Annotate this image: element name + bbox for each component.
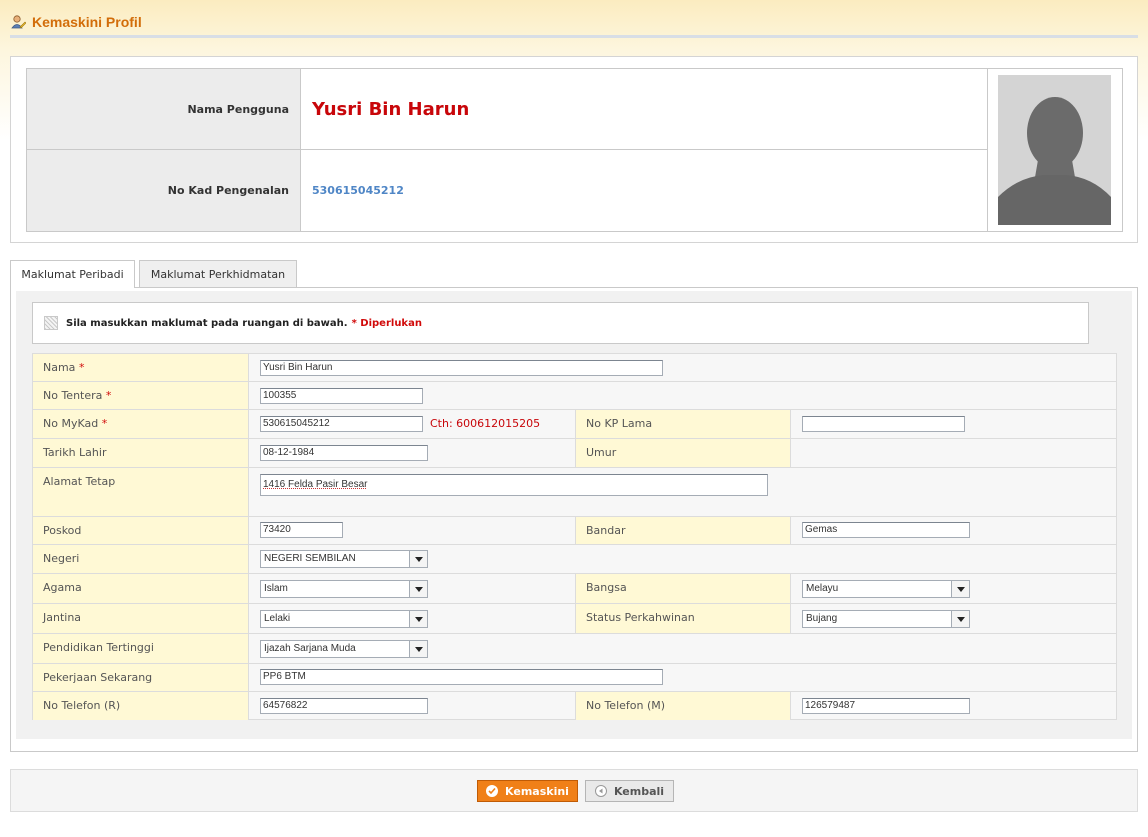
photo-cell	[987, 69, 1122, 231]
no-mykad-label: No MyKad *	[33, 410, 249, 438]
chevron-down-icon	[409, 611, 427, 627]
chevron-down-icon	[951, 581, 969, 597]
no-tentera-label: No Tentera *	[33, 382, 249, 409]
status-perkahwinan-label: Status Perkahwinan	[575, 604, 791, 633]
jantina-label: Jantina	[33, 604, 249, 633]
jantina-select[interactable]: Lelaki	[260, 610, 428, 628]
profile-table: Nama Pengguna Yusri Bin Harun No Kad Pen…	[26, 68, 1123, 232]
user-name: Yusri Bin Harun	[312, 98, 470, 120]
ic-label: No Kad Pengenalan	[27, 150, 301, 231]
row-pekerjaan: Pekerjaan Sekarang PP6 BTM	[33, 664, 1116, 692]
alamat-tetap-label: Alamat Tetap	[33, 468, 249, 516]
no-kp-lama-input[interactable]	[802, 416, 965, 432]
mykad-example-hint: Cth: 600612015205	[430, 417, 541, 430]
profile-row-name: Nama Pengguna Yusri Bin Harun	[27, 69, 987, 150]
telefon-m-label: No Telefon (M)	[575, 692, 791, 720]
row-tarikh-lahir: Tarikh Lahir 08-12-1984 Umur	[33, 439, 1116, 468]
personal-info-form: Nama * Yusri Bin Harun No Tentera * 1003…	[32, 353, 1117, 720]
chevron-down-icon	[951, 611, 969, 627]
row-jantina: Jantina Lelaki Status Perkahwinan Bujang	[33, 604, 1116, 634]
bangsa-label: Bangsa	[575, 574, 791, 603]
bandar-label: Bandar	[575, 517, 791, 544]
check-icon	[486, 785, 499, 797]
required-note: * Diperlukan	[351, 317, 422, 329]
poskod-label: Poskod	[33, 517, 249, 544]
negeri-label: Negeri	[33, 545, 249, 573]
profile-summary: Nama Pengguna Yusri Bin Harun No Kad Pen…	[10, 56, 1138, 243]
nama-input[interactable]: Yusri Bin Harun	[260, 360, 663, 376]
profile-row-ic: No Kad Pengenalan 530615045212	[27, 150, 987, 231]
telefon-r-label: No Telefon (R)	[33, 692, 249, 720]
bangsa-select[interactable]: Melayu	[802, 580, 970, 598]
agama-label: Agama	[33, 574, 249, 603]
tab-content: Sila masukkan maklumat pada ruangan di b…	[16, 291, 1132, 739]
kemaskini-button[interactable]: Kemaskini	[477, 780, 578, 802]
ic-number: 530615045212	[312, 184, 404, 197]
pendidikan-label: Pendidikan Tertinggi	[33, 634, 249, 663]
agama-select[interactable]: Islam	[260, 580, 428, 598]
no-mykad-input[interactable]: 530615045212	[260, 416, 423, 432]
kembali-label: Kembali	[613, 784, 665, 798]
kemaskini-label: Kemaskini	[505, 784, 569, 798]
avatar	[998, 75, 1111, 225]
row-mykad: No MyKad * 530615045212 Cth: 60061201520…	[33, 410, 1116, 439]
row-nama: Nama * Yusri Bin Harun	[33, 354, 1116, 382]
no-kp-lama-label: No KP Lama	[575, 410, 791, 438]
avatar-silhouette-icon	[998, 75, 1111, 225]
tab-panel: Sila masukkan maklumat pada ruangan di b…	[10, 287, 1138, 752]
row-telefon: No Telefon (R) 64576822 No Telefon (M) 1…	[33, 692, 1116, 720]
chevron-down-icon	[409, 641, 427, 657]
pekerjaan-input[interactable]: PP6 BTM	[260, 669, 663, 685]
no-tentera-input[interactable]: 100355	[260, 388, 423, 404]
chevron-down-icon	[409, 581, 427, 597]
note-icon	[44, 316, 58, 330]
pekerjaan-label: Pekerjaan Sekarang	[33, 664, 249, 691]
page-header: Kemaskini Profil	[10, 8, 1138, 38]
row-alamat: Alamat Tetap 1416 Felda Pasir Besar	[33, 468, 1116, 517]
tab-maklumat-perkhidmatan[interactable]: Maklumat Perkhidmatan	[139, 260, 297, 287]
tarikh-lahir-input[interactable]: 08-12-1984	[260, 445, 428, 461]
negeri-select[interactable]: NEGERI SEMBILAN	[260, 550, 428, 568]
row-poskod: Poskod 73420 Bandar Gemas	[33, 517, 1116, 545]
tab-maklumat-peribadi[interactable]: Maklumat Peribadi	[10, 260, 135, 288]
name-label: Nama Pengguna	[27, 69, 301, 149]
pendidikan-select[interactable]: Ijazah Sarjana Muda	[260, 640, 428, 658]
status-perkahwinan-select[interactable]: Bujang	[802, 610, 970, 628]
row-no-tentera: No Tentera * 100355	[33, 382, 1116, 410]
telefon-r-input[interactable]: 64576822	[260, 698, 428, 714]
page-title: Kemaskini Profil	[32, 14, 142, 30]
telefon-m-input[interactable]: 126579487	[802, 698, 970, 714]
chevron-down-icon	[409, 551, 427, 567]
back-arrow-icon	[594, 785, 607, 797]
tarikh-lahir-label: Tarikh Lahir	[33, 439, 249, 467]
row-agama: Agama Islam Bangsa Melayu	[33, 574, 1116, 604]
user-edit-icon	[11, 15, 26, 29]
row-negeri: Negeri NEGERI SEMBILAN	[33, 545, 1116, 574]
alamat-tetap-textarea[interactable]: 1416 Felda Pasir Besar	[260, 474, 768, 496]
bandar-input[interactable]: Gemas	[802, 522, 970, 538]
kembali-button[interactable]: Kembali	[585, 780, 674, 802]
form-actions: Kemaskini Kembali	[10, 769, 1138, 812]
row-pendidikan: Pendidikan Tertinggi Ijazah Sarjana Muda	[33, 634, 1116, 664]
form-notice: Sila masukkan maklumat pada ruangan di b…	[32, 302, 1089, 344]
poskod-input[interactable]: 73420	[260, 522, 343, 538]
umur-label: Umur	[575, 439, 791, 467]
notice-text: Sila masukkan maklumat pada ruangan di b…	[66, 317, 348, 329]
nama-label: Nama *	[33, 354, 249, 381]
